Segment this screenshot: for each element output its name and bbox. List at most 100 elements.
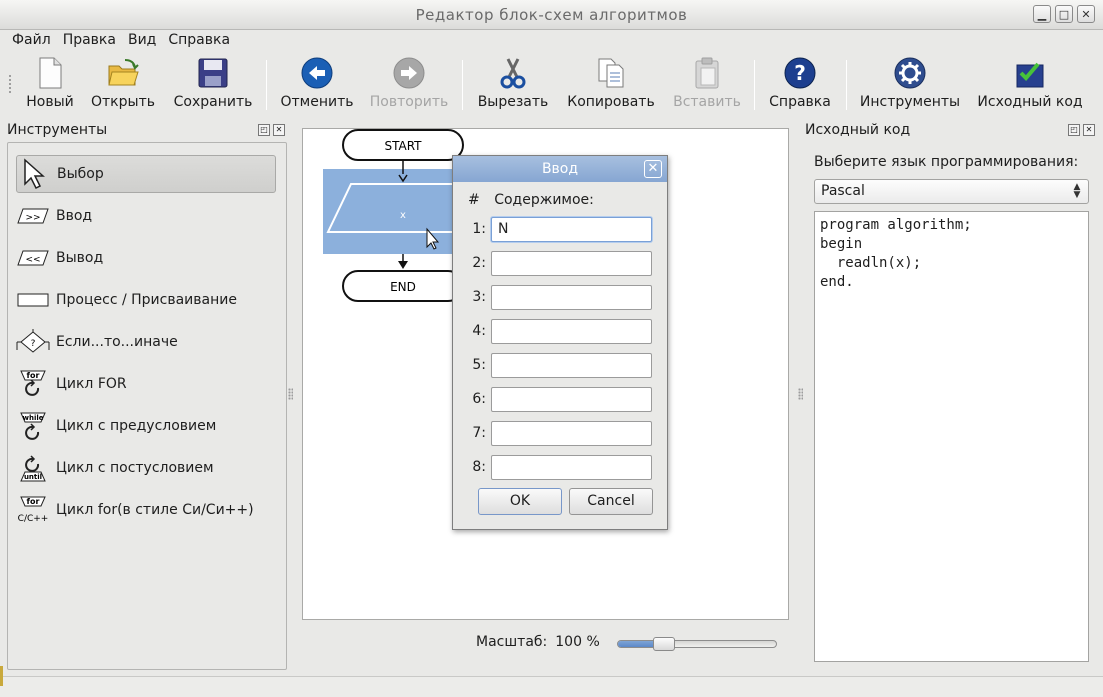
svg-text:C/C++: C/C++ xyxy=(18,514,48,524)
tool-process[interactable]: Процесс / Присваивание xyxy=(16,281,276,319)
content-field-1[interactable]: N xyxy=(491,216,652,242)
save-floppy-icon xyxy=(196,56,230,90)
close-icon: ✕ xyxy=(1081,7,1091,21)
svg-text:>>: >> xyxy=(25,213,40,223)
tools-list: Выбор >> Ввод << Вывод Процесс / Присваи… xyxy=(7,142,287,670)
cancel-button[interactable]: Cancel xyxy=(569,488,653,515)
tool-until[interactable]: until Цикл с постусловием xyxy=(16,449,276,487)
menu-edit[interactable]: Правка xyxy=(57,30,122,52)
gear-icon xyxy=(893,56,927,90)
new-label: Новый xyxy=(26,94,74,110)
code-line: end. xyxy=(820,274,854,290)
minimize-button[interactable]: ▁ xyxy=(1033,5,1051,23)
content-field-8[interactable] xyxy=(491,454,652,480)
float-icon[interactable]: ◰ xyxy=(258,124,270,136)
open-label: Открыть xyxy=(91,94,155,110)
dialog-close-button[interactable]: ✕ xyxy=(644,160,662,178)
minimize-icon: ▁ xyxy=(1037,7,1047,21)
tool-label: Цикл с предусловием xyxy=(56,418,217,434)
tool-input[interactable]: >> Ввод xyxy=(16,197,276,235)
tool-for[interactable]: for Цикл FOR xyxy=(16,365,276,403)
tool-select[interactable]: Выбор xyxy=(16,155,276,193)
redo-arrow-icon xyxy=(392,56,426,90)
content-field-6[interactable] xyxy=(491,386,652,412)
tool-while[interactable]: while Цикл с предусловием xyxy=(16,407,276,445)
paste-icon xyxy=(690,56,724,90)
cut-scissors-icon xyxy=(496,56,530,90)
dialog-content-header: Содержимое: xyxy=(494,192,594,208)
save-button[interactable]: Сохранить xyxy=(170,56,256,114)
tool-if[interactable]: ? Если...то...иначе xyxy=(16,323,276,361)
dialog-row: 7: xyxy=(468,420,653,446)
content-field-3[interactable] xyxy=(491,284,652,310)
splitter-handle[interactable] xyxy=(798,388,803,400)
output-parallelogram-icon: << xyxy=(16,241,50,275)
svg-text:<<: << xyxy=(25,255,40,265)
open-folder-icon xyxy=(106,56,140,90)
code-line: program algorithm; xyxy=(820,217,972,233)
tool-label: Если...то...иначе xyxy=(56,334,178,350)
toolbar-grip[interactable] xyxy=(8,74,12,94)
tool-label: Вывод xyxy=(56,250,104,266)
cut-label: Вырезать xyxy=(477,94,549,110)
tools-dock: Инструменты ◰ ✕ xyxy=(0,120,288,140)
while-loop-icon: while xyxy=(16,409,50,443)
source-dock: Исходный код ◰ ✕ xyxy=(798,120,1103,140)
tools-dock-title-text: Инструменты xyxy=(7,122,108,138)
paste-button[interactable]: Вставить xyxy=(670,56,744,114)
tool-output[interactable]: << Вывод xyxy=(16,239,276,277)
ok-button[interactable]: OK xyxy=(478,488,562,515)
row-number: 3: xyxy=(472,289,486,305)
close-icon: ✕ xyxy=(647,161,659,176)
language-select[interactable]: Pascal ▲ ▼ xyxy=(814,179,1089,204)
redo-button[interactable]: Повторить xyxy=(366,56,452,114)
input-parallelogram-icon: >> xyxy=(16,199,50,233)
copy-button[interactable]: Копировать xyxy=(564,56,658,114)
tool-label: Ввод xyxy=(56,208,93,224)
source-code-icon xyxy=(1013,56,1047,90)
cut-button[interactable]: Вырезать xyxy=(474,56,552,114)
splitter-handle[interactable] xyxy=(288,388,293,400)
dialog-row: 2: xyxy=(468,250,653,276)
menu-file[interactable]: Файл xyxy=(0,30,57,52)
close-button[interactable]: ✕ xyxy=(1077,5,1095,23)
content-field-5[interactable] xyxy=(491,352,652,378)
dialog-title-bar[interactable]: Ввод ✕ xyxy=(453,156,667,182)
zoom-slider-handle[interactable] xyxy=(653,637,675,651)
content-field-4[interactable] xyxy=(491,318,652,344)
close-icon[interactable]: ✕ xyxy=(273,124,285,136)
new-button[interactable]: Новый xyxy=(22,56,78,114)
open-button[interactable]: Открыть xyxy=(90,56,156,114)
zoom-slider[interactable] xyxy=(617,637,777,651)
until-loop-icon: until xyxy=(16,451,50,485)
content-field-7[interactable] xyxy=(491,420,652,446)
end-label: END xyxy=(390,280,416,294)
menu-bar: Файл Правка Вид Справка xyxy=(0,30,1103,52)
source-code-label: Исходный код xyxy=(977,94,1083,110)
tool-label: Цикл FOR xyxy=(56,376,127,392)
menu-help[interactable]: Справка xyxy=(162,30,236,52)
input-dialog: Ввод ✕ # Содержимое: 1: N 2: 3: 4: 5: 6:… xyxy=(452,155,668,530)
tools-button[interactable]: Инструменты xyxy=(858,56,962,114)
zoom-value: 100 % xyxy=(555,634,600,650)
language-value: Pascal xyxy=(821,183,865,199)
source-code-button[interactable]: Исходный код xyxy=(974,56,1086,114)
row-number: 8: xyxy=(472,459,486,475)
float-icon[interactable]: ◰ xyxy=(1068,124,1080,136)
toolbar-separator xyxy=(846,60,847,110)
dialog-row: 5: xyxy=(468,352,653,378)
c-for-loop-icon: for C/C++ xyxy=(16,493,50,527)
window-title: Редактор блок-схем алгоритмов xyxy=(415,6,688,24)
menu-view[interactable]: Вид xyxy=(122,30,162,52)
copy-icon xyxy=(594,56,628,90)
undo-arrow-icon xyxy=(300,56,334,90)
maximize-button[interactable]: □ xyxy=(1055,5,1073,23)
source-code-view[interactable]: program algorithm; begin readln(x); end. xyxy=(814,211,1089,662)
redo-label: Повторить xyxy=(369,94,449,110)
content-field-2[interactable] xyxy=(491,250,652,276)
language-label: Выберите язык программирования: xyxy=(814,154,1079,170)
tool-cfor[interactable]: for C/C++ Цикл for(в стиле Си/Си++) xyxy=(16,491,276,529)
help-button[interactable]: ? Справка xyxy=(766,56,834,114)
close-icon[interactable]: ✕ xyxy=(1083,124,1095,136)
undo-button[interactable]: Отменить xyxy=(280,56,354,114)
